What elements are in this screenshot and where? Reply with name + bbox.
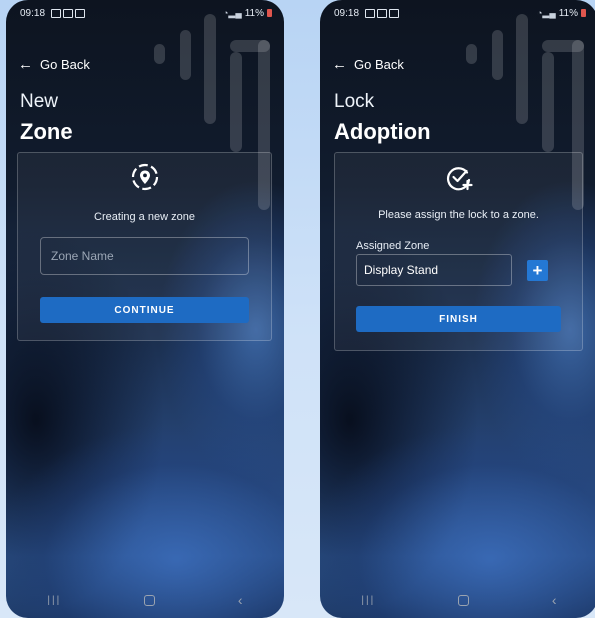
decorative-bar xyxy=(516,14,528,124)
battery-percent: 11% xyxy=(244,7,264,19)
system-nav-bar: ||| ‹ xyxy=(6,582,284,618)
page-title-line1: Lock xyxy=(334,91,375,112)
wifi-signal-icon: ◔▂▄ xyxy=(536,7,556,18)
back-arrow-icon: ← xyxy=(332,56,347,73)
system-nav-bar: ||| ‹ xyxy=(320,582,595,618)
status-bar: 09:18 ◔▂▄ 11% xyxy=(20,6,272,20)
assigned-zone-value: Display Stand xyxy=(364,263,439,277)
battery-icon xyxy=(267,9,272,17)
zone-name-input[interactable] xyxy=(40,237,249,275)
page-title-line1: New xyxy=(20,91,59,112)
back-icon[interactable]: ‹ xyxy=(238,592,243,608)
decorative-bar xyxy=(154,44,165,64)
decorative-bar xyxy=(230,52,242,152)
go-back-label: Go Back xyxy=(40,57,90,72)
decorative-bar xyxy=(204,14,216,124)
notification-icon xyxy=(63,8,74,18)
status-time: 09:18 xyxy=(334,7,360,19)
status-time: 09:18 xyxy=(20,7,46,19)
decorative-bar xyxy=(492,30,503,80)
battery-icon xyxy=(581,9,586,17)
lock-adoption-card: Please assign the lock to a zone. Assign… xyxy=(334,152,583,351)
location-pin-dashed-circle-icon xyxy=(131,163,158,191)
go-back-button[interactable]: ← Go Back xyxy=(18,57,90,72)
gallery-notification-icon xyxy=(365,8,376,18)
new-zone-screen: 09:18 ◔▂▄ 11% ← Go Back New Zone Creatin… xyxy=(6,0,284,618)
screen-notification-icon xyxy=(389,8,400,18)
decorative-bar xyxy=(542,52,554,152)
assigned-zone-field[interactable]: Display Stand xyxy=(356,254,512,286)
lock-adoption-screen: 09:18 ◔▂▄ 11% ← Go Back Lock Adoption Pl… xyxy=(320,0,595,618)
page-title-line2: Adoption xyxy=(334,119,431,144)
assigned-zone-label: Assigned Zone xyxy=(356,240,430,252)
recent-apps-icon[interactable]: ||| xyxy=(47,595,61,606)
card-message: Please assign the lock to a zone. xyxy=(378,209,539,221)
go-back-label: Go Back xyxy=(354,57,404,72)
recent-apps-icon[interactable]: ||| xyxy=(361,595,375,606)
new-zone-card: Creating a new zone CONTINUE xyxy=(17,152,272,341)
status-right: ◔▂▄ 11% xyxy=(537,8,586,19)
battery-percent: 11% xyxy=(558,7,578,19)
home-icon[interactable] xyxy=(458,594,470,606)
decorative-bar xyxy=(180,30,191,80)
gallery-notification-icon xyxy=(51,8,62,18)
notification-icon xyxy=(377,8,388,18)
go-back-button[interactable]: ← Go Back xyxy=(332,57,404,72)
add-zone-button[interactable]: + xyxy=(527,260,548,281)
home-icon[interactable] xyxy=(144,594,156,606)
back-arrow-icon: ← xyxy=(18,56,33,73)
screen-notification-icon xyxy=(75,8,86,18)
wifi-signal-icon: ◔▂▄ xyxy=(222,7,242,18)
continue-button[interactable]: CONTINUE xyxy=(40,297,249,323)
card-message: Creating a new zone xyxy=(94,211,195,223)
status-right: ◔▂▄ 11% xyxy=(223,8,272,19)
check-circle-plus-icon xyxy=(446,167,473,191)
decorative-bar xyxy=(466,44,477,64)
back-icon[interactable]: ‹ xyxy=(552,592,557,608)
status-bar: 09:18 ◔▂▄ 11% xyxy=(334,6,586,20)
finish-button[interactable]: FINISH xyxy=(356,306,561,332)
page-title-line2: Zone xyxy=(20,119,73,144)
